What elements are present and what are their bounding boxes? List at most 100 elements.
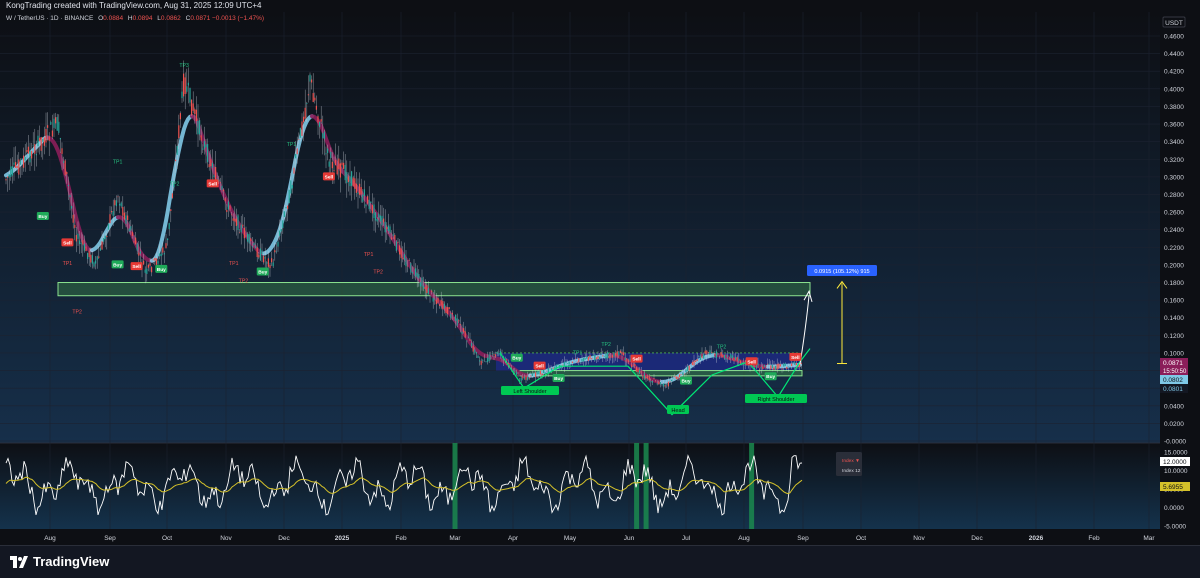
take-profit-label: TP2 <box>170 182 180 188</box>
footer-bar: TradingView <box>0 545 1200 578</box>
take-profit-label: TP1 <box>63 261 73 267</box>
price-tick-label: 0.0200 <box>1164 421 1184 428</box>
osc-tick-label: 10.0000 <box>1164 468 1188 475</box>
price-tick-label: 0.2600 <box>1164 210 1184 217</box>
band-price-badge-1: 0.0802 <box>1160 375 1188 384</box>
measure-label: 0.0915 (105.12%) 915 <box>814 269 869 275</box>
time-tick-label: Aug <box>738 535 750 542</box>
svg-text:0.0801: 0.0801 <box>1163 386 1183 393</box>
buy-signal-label: Buy <box>113 262 122 268</box>
time-tick-label: Aug <box>44 535 56 542</box>
price-tick-label: 0.4000 <box>1164 86 1184 93</box>
price-tick-label: 0.1000 <box>1164 350 1184 357</box>
osc-tick-label: 0.0000 <box>1164 505 1184 512</box>
buy-signal-label: Buy <box>681 379 690 385</box>
take-profit-label: TP1 <box>364 252 374 258</box>
take-profit-label: TP2 <box>601 342 611 348</box>
measure-tool[interactable]: 0.0915 (105.12%) 915 <box>807 265 877 276</box>
osc-tick-label: -5.0000 <box>1164 524 1186 531</box>
indicator-menu-item[interactable]: Index 12 <box>842 468 861 474</box>
time-tick-label: Sep <box>104 535 116 542</box>
buy-signal-label: Buy <box>512 356 521 362</box>
time-tick-label: 2026 <box>1029 535 1044 542</box>
osc-current-badge: 12.0000 <box>1160 457 1190 466</box>
sell-signal-label: Sell <box>747 359 756 365</box>
time-tick-label: Apr <box>508 535 519 542</box>
price-tick-label: 0.2200 <box>1164 245 1184 252</box>
price-tick-label: 0.4600 <box>1164 34 1184 41</box>
buy-signal-label: Buy <box>258 269 267 275</box>
price-tick-label: 0.1800 <box>1164 280 1184 287</box>
time-tick-label: Jul <box>682 535 691 542</box>
svg-text:12.0000: 12.0000 <box>1163 459 1187 466</box>
change-value: −0.0013 (−1.47%) <box>212 15 265 22</box>
time-tick-label: Feb <box>395 535 407 542</box>
low-value: 0.0862 <box>160 15 181 22</box>
price-tick-label: 0.3800 <box>1164 104 1184 111</box>
price-tick-label: 0.1200 <box>1164 333 1184 340</box>
take-profit-label: TP1 <box>229 261 239 267</box>
osc-highlight <box>749 443 755 529</box>
price-tick-label: 0.3600 <box>1164 122 1184 129</box>
price-tick-label: 0.2400 <box>1164 227 1184 234</box>
sell-signal-label: Sell <box>208 181 217 187</box>
sell-signal-label: Sell <box>535 364 544 370</box>
take-profit-label: TP2 <box>717 345 727 351</box>
take-profit-label: TP2 <box>72 309 82 315</box>
svg-text:5.6955: 5.6955 <box>1163 484 1183 491</box>
buy-signal-label: Buy <box>157 267 166 273</box>
time-tick-label: Sep <box>797 535 809 542</box>
sell-signal-label: Sell <box>791 355 800 361</box>
osc-signal-badge: 5.6955 <box>1160 482 1190 491</box>
tradingview-logo[interactable]: TradingView <box>10 554 109 569</box>
time-tick-label: Mar <box>449 535 461 542</box>
last-price-badge: 0.0871 15:50:50 <box>1160 358 1188 375</box>
symbol-name[interactable]: W / TetherUS · 1D · BINANCE <box>6 15 93 22</box>
time-tick-label: Oct <box>856 535 866 542</box>
pattern-label: Left Shoulder <box>513 389 546 395</box>
time-tick-label: Dec <box>971 535 983 542</box>
price-tick-label: 0.1600 <box>1164 298 1184 305</box>
indicator-menu[interactable]: Index ▼ Index 12 <box>836 452 862 476</box>
price-tick-label: 0.2000 <box>1164 262 1184 269</box>
take-profit-label: TP3 <box>179 63 189 69</box>
take-profit-label: TP2 <box>239 279 249 285</box>
osc-highlight <box>643 443 649 529</box>
take-profit-label: TP2 <box>373 270 383 276</box>
time-tick-label: Nov <box>220 535 232 542</box>
price-tick-label: 0.4400 <box>1164 51 1184 58</box>
open-value: 0.0884 <box>103 15 124 22</box>
buy-signal-label: Buy <box>38 214 47 220</box>
price-pane[interactable] <box>0 12 1160 443</box>
osc-highlight <box>452 443 458 529</box>
pattern-label: Head <box>671 408 684 414</box>
time-tick-label: May <box>564 535 577 542</box>
currency-label: USDT <box>1165 20 1183 27</box>
take-profit-label: TP1 <box>641 375 651 381</box>
band-price-badge-2: 0.0801 <box>1160 384 1188 393</box>
time-tick-label: Mar <box>1143 535 1155 542</box>
close-value: 0.0871 <box>190 15 211 22</box>
indicator-menu-title[interactable]: Index ▼ <box>842 458 860 464</box>
sell-signal-label: Sell <box>63 240 72 246</box>
symbol-legend[interactable]: W / TetherUS · 1D · BINANCE O0.0884 H0.0… <box>6 15 264 22</box>
price-tick-label: 0.3200 <box>1164 157 1184 164</box>
time-tick-label: Oct <box>162 535 172 542</box>
tradingview-logo-icon <box>10 555 28 568</box>
time-axis[interactable] <box>0 529 1200 545</box>
time-tick-label: Nov <box>913 535 925 542</box>
price-tick-label: 0.3400 <box>1164 139 1184 146</box>
price-tick-label: 0.2800 <box>1164 192 1184 199</box>
price-tick-label: 0.3000 <box>1164 174 1184 181</box>
svg-text:0.0871: 0.0871 <box>1163 360 1183 367</box>
price-tick-label: 0.4200 <box>1164 69 1184 76</box>
pattern-label: Right Shoulder <box>757 397 794 403</box>
trading-chart[interactable]: Left Shoulder Head Right Shoulder Buy Sell T… <box>0 12 1200 545</box>
sell-signal-label: Sell <box>132 264 141 270</box>
price-tick-label: -0.0000 <box>1164 439 1186 446</box>
take-profit-label: TP1 <box>573 351 583 357</box>
time-tick-label: Jun <box>624 535 635 542</box>
sell-signal-label: Sell <box>632 357 641 363</box>
svg-text:15:50:50: 15:50:50 <box>1163 369 1187 375</box>
buy-signal-label: Buy <box>766 374 775 380</box>
